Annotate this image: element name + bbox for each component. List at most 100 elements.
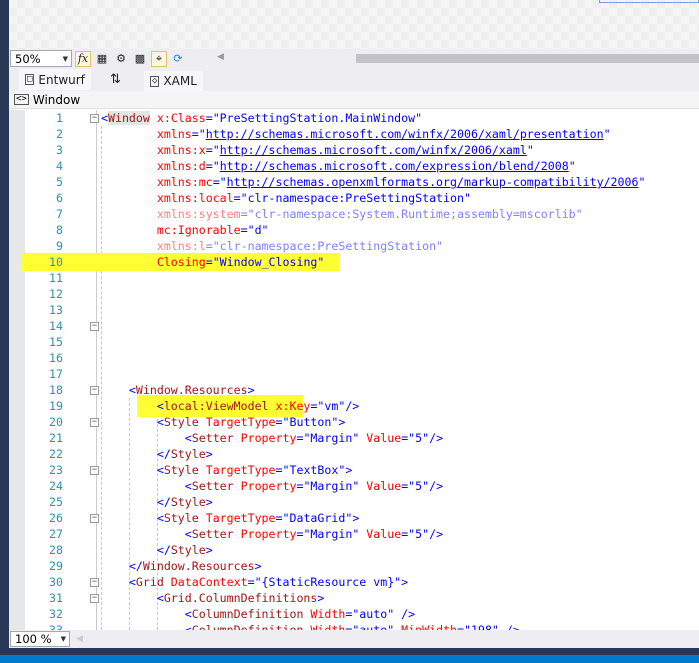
design-surface[interactable] — [9, 0, 699, 49]
code-line[interactable]: 7 xmlns:system="clr-namespace:System.Run… — [9, 206, 699, 222]
snap-grid-icon[interactable]: ⚙ — [113, 51, 129, 67]
code-line[interactable]: 10 Closing="Window_Closing" — [9, 253, 699, 271]
code-line[interactable]: 33 <ColumnDefinition Width = "auto" MinWid… — [9, 622, 699, 630]
line-number: 12 — [49, 287, 63, 301]
attribute-name: xmlns:d — [156, 159, 206, 173]
collapse-icon[interactable]: − — [90, 594, 99, 603]
grid-icon[interactable]: ▦ — [94, 51, 110, 67]
code-text: <ColumnDefinition Width="auto" /> — [101, 606, 415, 622]
punctuation: " — [638, 175, 646, 189]
punctuation: /> — [429, 527, 444, 541]
window-left-border — [0, 0, 9, 663]
line-number: 31 — [49, 591, 63, 605]
url-value: http://schemas.openxmlformats.org/markup… — [226, 175, 639, 189]
snap-lines-icon[interactable]: ⌖ — [151, 50, 167, 67]
editor-bottom-bar: 100 % ▼ ◀ — [9, 630, 699, 648]
code-line[interactable]: 13 — [9, 302, 699, 318]
code-text: <Setter Property="Margin" Value="5"/> — [101, 526, 443, 542]
punctuation: /> — [429, 479, 444, 493]
attribute-name: xmlns:x — [156, 143, 206, 157]
collapse-icon[interactable]: − — [90, 578, 99, 587]
code-line[interactable]: 21 <Setter Property="Margin" Value="5"/> — [9, 430, 699, 446]
punctuation: > — [205, 543, 213, 557]
code-line[interactable]: 12 — [9, 286, 699, 302]
code-line[interactable]: 15 — [9, 334, 699, 350]
window-preview-frame[interactable] — [599, 0, 699, 3]
element-name: local:ViewModel — [163, 399, 269, 413]
code-line[interactable]: 2 xmlns="http://schemas.microsoft.com/wi… — [9, 126, 699, 142]
code-line[interactable]: 1 − <Window x:Class="PreSettingStation.Mai… — [9, 110, 699, 126]
element-name: ColumnDefinition — [191, 607, 304, 621]
code-line[interactable]: 4 xmlns:d="http://schemas.microsoft.com/… — [9, 158, 699, 174]
code-line[interactable]: 9 xmlns:l="clr-namespace:PreSettingStati… — [9, 238, 699, 254]
editor-zoom-select[interactable]: 100 % ▼ — [10, 631, 70, 647]
punctuation: </ — [156, 447, 171, 461]
fx-icon[interactable]: fx — [75, 50, 91, 67]
attribute-value: "vm" — [317, 399, 346, 413]
line-number: 2 — [56, 127, 63, 141]
refresh-icon[interactable]: ⟳ — [170, 51, 186, 67]
line-number: 22 — [49, 447, 63, 461]
scroll-left-icon[interactable]: ◀ — [76, 634, 83, 644]
code-line[interactable]: 23 − <Style TargetType="TextBox"> — [9, 462, 699, 478]
collapse-icon[interactable]: − — [90, 322, 99, 331]
code-text: <Style TargetType="DataGrid"> — [101, 510, 359, 526]
attribute-value: "PreSettingStation.MainWindow" — [212, 111, 423, 125]
code-line[interactable]: 5 xmlns:mc="http://schemas.openxmlformat… — [9, 174, 699, 190]
checkerboard-icon[interactable]: ▩ — [132, 51, 148, 67]
collapse-icon[interactable]: − — [90, 386, 99, 395]
collapse-icon[interactable]: − — [90, 114, 99, 123]
code-line[interactable]: 24 <Setter Property="Margin" Value="5"/> — [9, 478, 699, 494]
designer-zoom-select[interactable]: 50% ▼ — [10, 50, 72, 67]
horizontal-scrollbar[interactable] — [356, 54, 699, 63]
tab-design[interactable]: □ Entwurf — [19, 69, 91, 90]
swap-arrows-icon: ⇅ — [110, 72, 121, 87]
collapse-icon[interactable]: − — [90, 466, 99, 475]
code-editor[interactable]: 1− <Window x:Class="PreSettingStation.Mai… — [9, 110, 699, 630]
code-line[interactable]: 30 − <Grid DataContext="{StaticResource v… — [9, 574, 699, 590]
code-line[interactable]: 11 — [9, 270, 699, 286]
swap-panes-button[interactable]: ⇅ — [104, 69, 127, 90]
code-line[interactable]: 20 − <Style TargetType="Button"> — [9, 414, 699, 430]
line-number: 24 — [49, 479, 63, 493]
code-line[interactable]: 26 − <Style TargetType="DataGrid"> — [9, 510, 699, 526]
code-line[interactable]: 16 — [9, 350, 699, 366]
code-line[interactable]: 22 </Style> — [9, 446, 699, 462]
attribute-value: "Window_Closing" — [212, 255, 325, 269]
breadcrumb[interactable]: <> Window — [9, 91, 699, 109]
code-line[interactable]: 29 </Window.Resources> — [9, 558, 699, 574]
line-number: 15 — [49, 335, 63, 349]
punctuation: =" — [191, 127, 206, 141]
punctuation: < — [184, 527, 192, 541]
code-line[interactable]: 19 <local:ViewModel x:Key="vm"/> — [9, 395, 699, 417]
code-line[interactable]: 25 </Style> — [9, 494, 699, 510]
code-line[interactable]: 8 mc:Ignorable="d" — [9, 222, 699, 238]
line-number: 19 — [49, 399, 63, 413]
collapse-icon[interactable]: − — [90, 514, 99, 523]
punctuation: =" — [212, 175, 227, 189]
view-tabs: □ Entwurf ⇅ ◇ XAML — [9, 68, 699, 91]
scroll-left-icon[interactable]: ◀ — [217, 52, 224, 62]
code-line[interactable]: 18− <Window.Resources> — [9, 382, 699, 398]
code-line[interactable]: 17 — [9, 366, 699, 382]
punctuation: > — [352, 511, 360, 525]
line-number: 5 — [56, 175, 63, 189]
code-line[interactable]: 27 <Setter Property="Margin" Value="5"/> — [9, 526, 699, 542]
collapse-icon[interactable]: − — [90, 418, 99, 427]
code-line[interactable]: 31 − <Grid.ColumnDefinitions> — [9, 590, 699, 606]
code-line[interactable]: 28 </Style> — [9, 542, 699, 558]
code-line[interactable]: 32 <ColumnDefinition Width="auto" /> — [9, 606, 699, 622]
tab-xaml[interactable]: ◇ XAML — [144, 71, 203, 91]
code-line[interactable]: 3 xmlns:x="http://schemas.microsoft.com/… — [9, 142, 699, 158]
code-text: xmlns:x="http://schemas.microsoft.com/wi… — [101, 142, 534, 158]
code-line[interactable]: 14 − — [9, 318, 699, 334]
attribute-value: "d" — [247, 223, 269, 237]
code-line[interactable]: 6 xmlns:local="clr-namespace:PreSettingS… — [9, 190, 699, 206]
element-name: Setter — [191, 527, 234, 541]
